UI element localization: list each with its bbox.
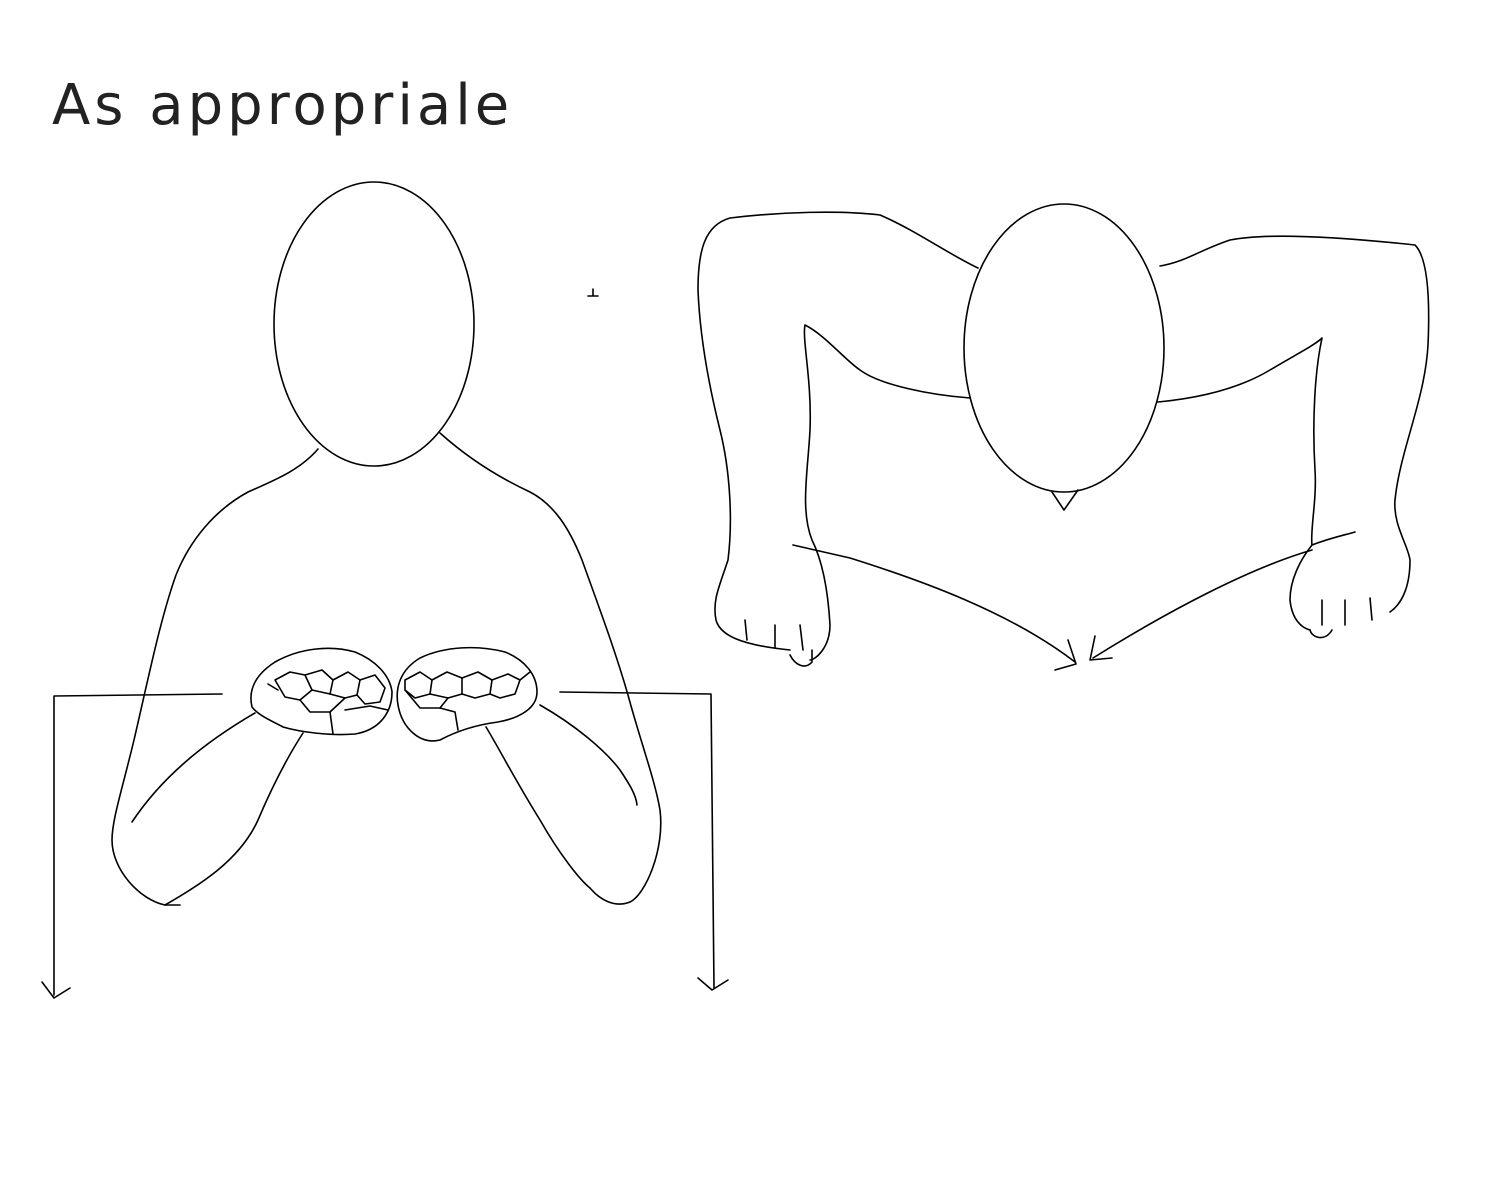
top-right-inner-arm — [1157, 337, 1323, 631]
front-torso-right — [439, 432, 662, 905]
top-left-shoulder — [697, 211, 979, 651]
top-left-fist — [744, 619, 813, 667]
top-left-inner-arm — [803, 324, 971, 661]
front-right-hand — [396, 646, 538, 742]
front-arrow-right-head — [697, 977, 729, 991]
front-head — [273, 181, 475, 467]
top-arrow-right-line — [1092, 549, 1313, 659]
front-left-hand — [250, 647, 393, 736]
front-left-forearm-lower — [164, 732, 304, 906]
top-right-fist — [1309, 597, 1373, 639]
top-head — [963, 203, 1165, 493]
front-movement-line-left — [53, 693, 223, 996]
front-right-forearm — [539, 704, 638, 806]
front-torso — [111, 448, 319, 906]
sign-illustration — [41, 181, 1430, 999]
stray-mark — [587, 288, 599, 297]
top-right-forearm — [1311, 531, 1356, 546]
front-view — [41, 181, 729, 999]
front-left-forearm — [131, 712, 256, 823]
top-arrow-left-line — [792, 544, 1076, 663]
front-right-forearm-lower — [485, 726, 591, 889]
front-movement-line-right — [559, 691, 715, 989]
front-arrow-left-head — [41, 981, 71, 999]
top-nose — [1051, 489, 1079, 511]
top-view — [697, 203, 1430, 671]
